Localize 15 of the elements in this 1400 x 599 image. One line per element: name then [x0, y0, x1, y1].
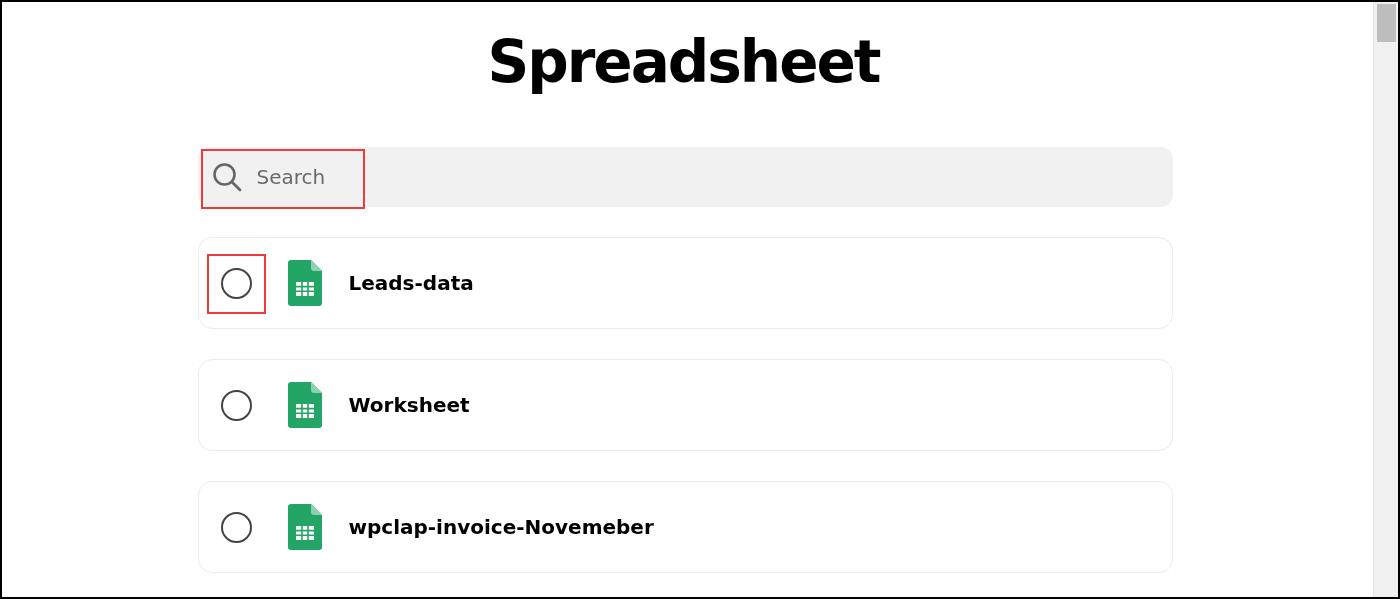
radio-button[interactable]: [220, 267, 252, 299]
radio-button[interactable]: [220, 511, 252, 543]
file-name: wpclap-invoice-Novemeber: [348, 515, 654, 539]
file-name: Worksheet: [348, 393, 470, 417]
spreadsheet-icon: [287, 504, 322, 550]
scrollbar[interactable]: [1373, 2, 1398, 597]
file-row[interactable]: Leads-data: [197, 237, 1173, 329]
spreadsheet-icon: [287, 382, 322, 428]
search-field[interactable]: Search: [197, 147, 1173, 207]
file-name: Leads-data: [348, 271, 474, 295]
file-row[interactable]: wpclap-invoice-Novemeber: [197, 481, 1173, 573]
file-row[interactable]: Worksheet: [197, 359, 1173, 451]
page-title: Spreadsheet: [487, 27, 880, 98]
radio-button[interactable]: [220, 389, 252, 421]
spreadsheet-icon: [287, 260, 322, 306]
